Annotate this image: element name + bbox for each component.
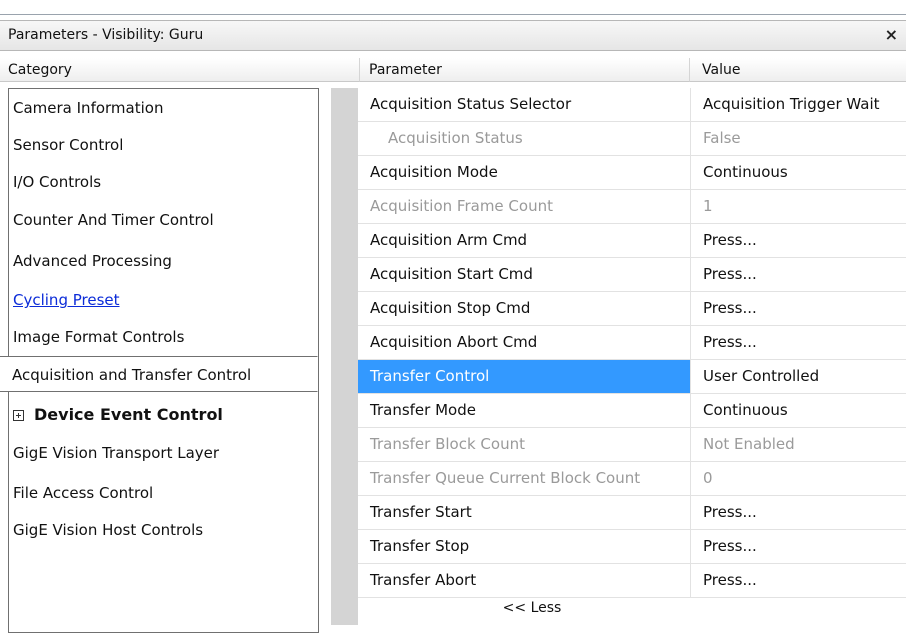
parameter-column-header[interactable]: Parameter xyxy=(360,58,690,82)
category-column-header[interactable]: Category xyxy=(0,58,360,82)
category-gige-vision-transport-layer[interactable]: GigE Vision Transport Layer xyxy=(13,435,313,471)
close-icon[interactable]: × xyxy=(885,25,898,44)
value-column-header[interactable]: Value xyxy=(690,58,906,82)
param-row[interactable]: Acquisition Stop Cmd Press... xyxy=(358,292,906,326)
press-button[interactable]: Press... xyxy=(690,496,906,529)
category-camera-information[interactable]: Camera Information xyxy=(13,90,313,126)
param-name: Acquisition Start Cmd xyxy=(370,265,533,283)
param-name: Transfer Mode xyxy=(370,401,476,419)
param-name: Transfer Queue Current Block Count xyxy=(370,469,641,487)
press-button[interactable]: Press... xyxy=(690,530,906,563)
param-row[interactable]: Transfer Queue Current Block Count 0 xyxy=(358,462,906,496)
param-row[interactable]: Acquisition Status Selector Acquisition … xyxy=(358,88,906,122)
param-row[interactable]: Transfer Stop Press... xyxy=(358,530,906,564)
less-button[interactable]: << Less xyxy=(358,597,706,619)
param-row[interactable]: Transfer Start Press... xyxy=(358,496,906,530)
expand-icon[interactable] xyxy=(13,410,24,421)
param-row[interactable]: Acquisition Status False xyxy=(358,122,906,156)
category-gige-vision-host-controls[interactable]: GigE Vision Host Controls xyxy=(13,512,313,548)
param-name: Transfer Block Count xyxy=(370,435,525,453)
param-value: False xyxy=(690,122,906,155)
param-value[interactable]: Acquisition Trigger Wait xyxy=(690,88,906,121)
param-row[interactable]: Acquisition Frame Count 1 xyxy=(358,190,906,224)
panel-title: Parameters - Visibility: Guru xyxy=(8,27,204,43)
param-name: Acquisition Arm Cmd xyxy=(370,231,528,249)
press-button[interactable]: Press... xyxy=(690,258,906,291)
param-name: Acquisition Abort Cmd xyxy=(370,333,538,351)
param-value[interactable]: Continuous xyxy=(690,156,906,189)
param-row[interactable]: Acquisition Arm Cmd Press... xyxy=(358,224,906,258)
category-device-event-control[interactable]: Device Event Control xyxy=(13,397,313,433)
param-value: Not Enabled xyxy=(690,428,906,461)
param-row[interactable]: Acquisition Abort Cmd Press... xyxy=(358,326,906,360)
param-name: Transfer Control xyxy=(358,360,690,393)
press-button[interactable]: Press... xyxy=(690,224,906,257)
category-file-access-control[interactable]: File Access Control xyxy=(13,475,313,511)
param-row[interactable]: Acquisition Mode Continuous xyxy=(358,156,906,190)
category-acquisition-and-transfer-control-selected[interactable]: Acquisition and Transfer Control xyxy=(0,356,318,392)
param-name: Acquisition Frame Count xyxy=(370,197,553,215)
param-name: Transfer Start xyxy=(370,503,472,521)
category-sensor-control[interactable]: Sensor Control xyxy=(13,127,313,163)
category-io-controls[interactable]: I/O Controls xyxy=(13,164,313,200)
press-button[interactable]: Press... xyxy=(690,292,906,325)
param-row-selected[interactable]: Transfer Control User Controlled xyxy=(358,360,906,394)
grid-row-gutter xyxy=(331,88,358,625)
param-value[interactable]: User Controlled xyxy=(690,360,906,393)
param-row[interactable]: Transfer Mode Continuous xyxy=(358,394,906,428)
param-name: Acquisition Status xyxy=(388,129,523,147)
param-name: Acquisition Stop Cmd xyxy=(370,299,531,317)
param-row[interactable]: Acquisition Start Cmd Press... xyxy=(358,258,906,292)
parameter-grid: Acquisition Status Selector Acquisition … xyxy=(358,88,906,598)
press-button[interactable]: Press... xyxy=(690,326,906,359)
param-name: Transfer Abort xyxy=(370,571,477,589)
category-advanced-processing[interactable]: Advanced Processing xyxy=(13,243,313,279)
param-name: Transfer Stop xyxy=(370,537,470,555)
param-row[interactable]: Transfer Block Count Not Enabled xyxy=(358,428,906,462)
top-strip xyxy=(0,0,906,15)
param-name: Acquisition Mode xyxy=(370,163,498,181)
param-row[interactable]: Transfer Abort Press... xyxy=(358,564,906,598)
category-counter-and-timer-control[interactable]: Counter And Timer Control xyxy=(13,202,313,238)
param-value: 0 xyxy=(690,462,906,495)
category-device-event-control-label: Device Event Control xyxy=(34,405,223,424)
param-name: Acquisition Status Selector xyxy=(370,95,572,113)
press-button[interactable]: Press... xyxy=(690,564,906,597)
panel-titlebar: Parameters - Visibility: Guru × xyxy=(0,20,906,51)
param-value: 1 xyxy=(690,190,906,223)
category-cycling-preset[interactable]: Cycling Preset xyxy=(13,282,313,318)
param-value[interactable]: Continuous xyxy=(690,394,906,427)
category-image-format-controls[interactable]: Image Format Controls xyxy=(13,319,313,355)
